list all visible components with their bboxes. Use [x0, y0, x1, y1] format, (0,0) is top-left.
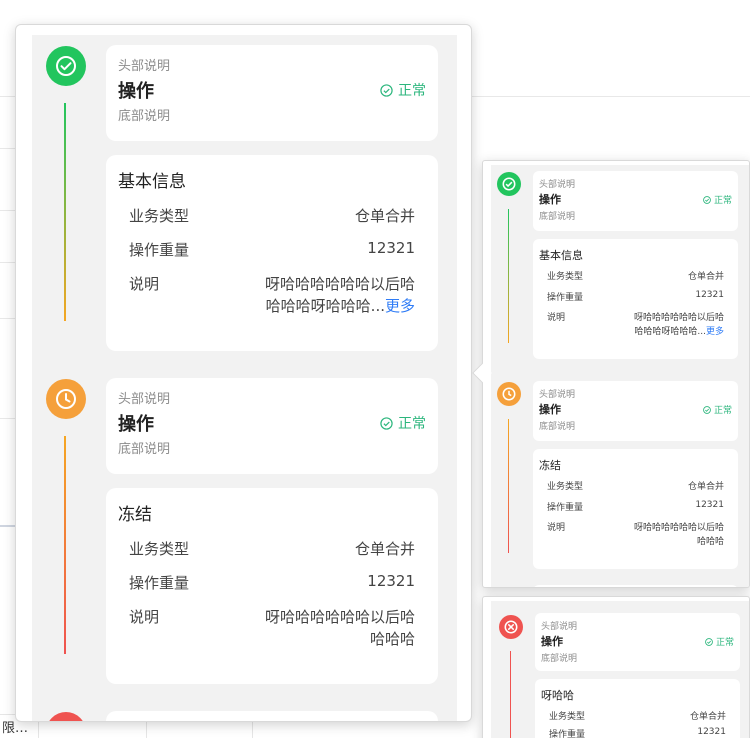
- timeline-connector: [510, 651, 511, 738]
- timeline: 头部说明 操作 底部说明 正常 呀哈哈 业务类型 仓单合并 操作重量 12321: [491, 601, 749, 738]
- header-card[interactable]: 头部说明 操作 底部说明 正常: [106, 378, 438, 474]
- check-circle-icon: [46, 46, 86, 86]
- status-badge: 正常: [703, 403, 732, 416]
- detail-key: 说明: [129, 275, 160, 293]
- timeline: 头部说明 操作 底部说明 正常 基本信息 业务类型 仓单合并 操作重量 1232…: [491, 165, 749, 588]
- header-card[interactable]: 头部说明 操作 底部说明 正常: [106, 45, 438, 141]
- detail-key: 操作重量: [129, 574, 190, 592]
- header-title: 操作: [118, 414, 154, 435]
- detail-card: 冻结 业务类型 仓单合并 操作重量 12321 说明 呀哈哈哈哈哈哈以后哈 哈哈…: [533, 449, 738, 569]
- status-badge: 正常: [380, 413, 426, 433]
- detail-row: 操作重量 12321: [129, 239, 415, 261]
- detail-title: 基本信息: [118, 172, 186, 192]
- header-card[interactable]: [106, 711, 438, 721]
- timeline-preview: 头部说明 操作 底部说明 正常 基本信息 业务类型 仓单合并 操作重量 1232…: [482, 160, 750, 588]
- status-badge: 正常: [705, 635, 734, 648]
- detail-card: 冻结 业务类型 仓单合并 操作重量 12321 说明 呀哈哈哈哈哈哈以后哈 哈哈…: [106, 488, 438, 684]
- timeline-connector: [508, 209, 509, 343]
- check-circle-icon: [380, 416, 393, 430]
- timeline: 头部说明 操作 底部说明 正常 基本信息 业务类型 仓单合并 操作重量 1232…: [32, 35, 457, 721]
- status-badge: 正常: [380, 80, 426, 100]
- detail-row: 业务类型 仓单合并: [129, 205, 415, 227]
- status-label: 正常: [398, 416, 426, 432]
- detail-value: 仓单合并: [354, 207, 415, 225]
- more-link[interactable]: 更多: [385, 297, 415, 315]
- timeline-connector: [508, 419, 509, 553]
- header-foot: 底部说明: [118, 109, 171, 124]
- check-circle-icon: [703, 195, 711, 204]
- detail-card: 呀哈哈 业务类型 仓单合并 操作重量 12321: [535, 679, 740, 738]
- stage: 限… 头部说明 操作 底部说明 正常 基本信息 业务类型 仓单合并 操作重量 1…: [0, 0, 750, 738]
- header-card[interactable]: 头部说明 操作 底部说明 正常: [533, 381, 738, 441]
- detail-key: 业务类型: [129, 540, 190, 558]
- timeline-connector: [64, 436, 66, 654]
- header-card[interactable]: [533, 585, 738, 587]
- detail-title: 冻结: [118, 505, 152, 525]
- detail-card: 基本信息 业务类型 仓单合并 操作重量 12321 说明 呀哈哈哈哈哈哈以后哈 …: [533, 239, 738, 359]
- check-circle-icon: [705, 637, 713, 646]
- timeline-preview: 头部说明 操作 底部说明 正常 呀哈哈 业务类型 仓单合并 操作重量 12321: [482, 596, 750, 738]
- detail-value: 12321: [367, 572, 415, 590]
- detail-key: 说明: [129, 608, 160, 626]
- close-circle-icon: [46, 712, 86, 721]
- status-badge: 正常: [703, 193, 732, 206]
- check-circle-icon: [497, 172, 521, 196]
- detail-value: 呀哈哈哈哈哈哈以后哈 哈哈哈呀哈哈哈...更多: [264, 275, 415, 315]
- close-circle-icon: [499, 615, 523, 639]
- detail-row: 说明 呀哈哈哈哈哈哈以后哈 哈哈哈呀哈哈哈...更多: [129, 273, 415, 319]
- header-foot: 底部说明: [118, 442, 171, 457]
- header-card[interactable]: 头部说明 操作 底部说明 正常: [533, 171, 738, 231]
- header-card[interactable]: 头部说明 操作 底部说明 正常: [535, 613, 740, 671]
- close-circle-icon: [497, 587, 521, 588]
- detail-row: 业务类型 仓单合并: [129, 538, 415, 560]
- header-desc: 头部说明: [118, 59, 171, 74]
- header-title: 操作: [118, 81, 154, 102]
- timeline-connector: [64, 103, 66, 321]
- timeline-popover: 头部说明 操作 底部说明 正常 基本信息 业务类型 仓单合并 操作重量 1232…: [15, 24, 472, 722]
- clock-icon: [46, 379, 86, 419]
- detail-row: 说明 呀哈哈哈哈哈哈以后哈 哈哈哈: [129, 606, 415, 652]
- more-link[interactable]: 更多: [706, 327, 724, 337]
- detail-card: 基本信息 业务类型 仓单合并 操作重量 12321 说明 呀哈哈哈哈哈哈以后哈 …: [106, 155, 438, 351]
- detail-key: 业务类型: [129, 207, 190, 225]
- detail-value: 仓单合并: [354, 540, 415, 558]
- detail-row: 操作重量 12321: [129, 572, 415, 594]
- header-desc: 头部说明: [118, 392, 171, 407]
- detail-key: 操作重量: [129, 241, 190, 259]
- check-circle-icon: [380, 83, 393, 97]
- detail-value: 呀哈哈哈哈哈哈以后哈 哈哈哈: [264, 608, 415, 648]
- check-circle-icon: [703, 405, 711, 414]
- detail-value: 12321: [367, 239, 415, 257]
- status-label: 正常: [398, 83, 426, 99]
- clock-icon: [497, 382, 521, 406]
